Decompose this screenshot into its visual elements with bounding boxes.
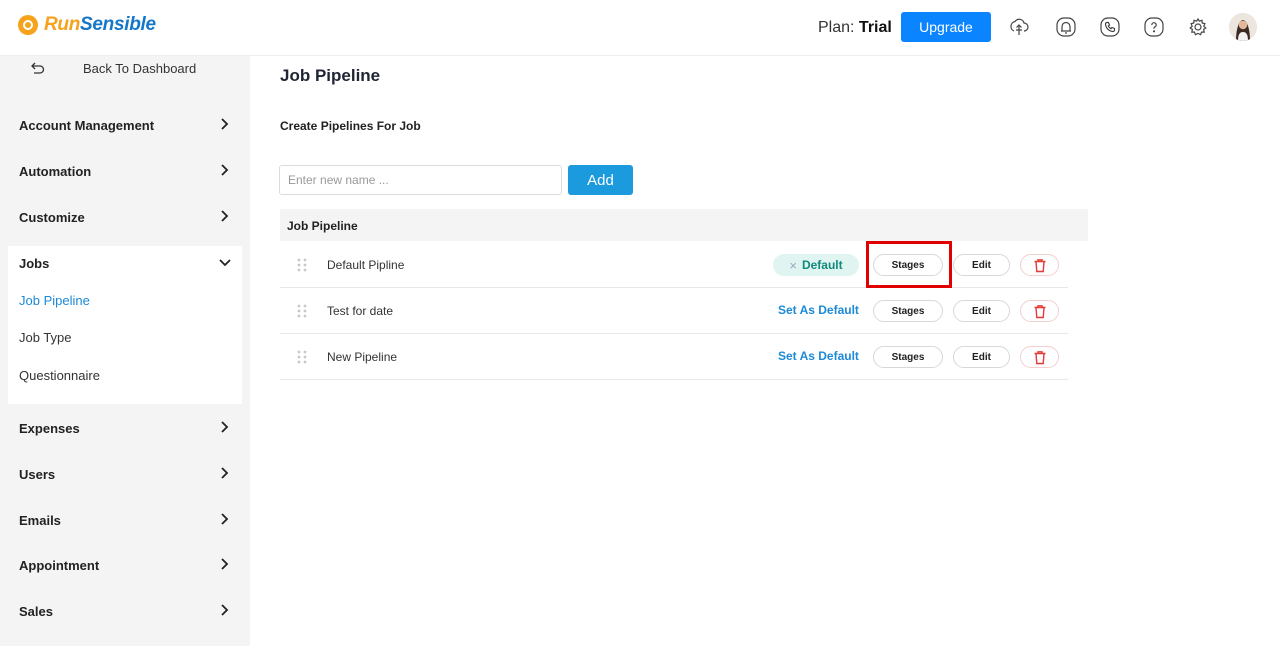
sidebar-subitem-job-pipeline[interactable]: Job Pipeline: [19, 293, 90, 308]
sidebar-item-emails[interactable]: Emails: [0, 501, 250, 541]
stages-button[interactable]: Stages: [873, 346, 943, 368]
edit-button[interactable]: Edit: [953, 254, 1010, 276]
trash-icon: [1034, 350, 1045, 364]
set-as-default-link[interactable]: Set As Default: [778, 303, 859, 317]
default-badge[interactable]: × Default: [773, 254, 859, 276]
chevron-right-icon: [221, 164, 229, 176]
sidebar-item-automation[interactable]: Automation: [0, 152, 250, 192]
drag-handle-icon[interactable]: [297, 304, 307, 318]
plan-indicator: Plan: Trial: [818, 19, 892, 37]
drag-handle-icon[interactable]: [297, 258, 307, 272]
chevron-down-icon: [219, 259, 231, 267]
chevron-right-icon: [221, 558, 229, 570]
sidebar-item-account-management[interactable]: Account Management: [0, 106, 250, 146]
back-to-dashboard-label: Back To Dashboard: [83, 61, 197, 76]
help-icon[interactable]: [1142, 15, 1166, 39]
chevron-right-icon: [221, 118, 229, 130]
set-as-default-link[interactable]: Set As Default: [778, 349, 859, 363]
table-header-label: Job Pipeline: [287, 219, 358, 233]
sidebar-subitem-questionnaire[interactable]: Questionnaire: [19, 368, 100, 383]
pipeline-name: Test for date: [327, 304, 394, 318]
upgrade-button[interactable]: Upgrade: [901, 12, 991, 42]
stages-button[interactable]: Stages: [873, 300, 943, 322]
back-to-dashboard-link[interactable]: Back To Dashboard: [0, 56, 250, 82]
gear-icon[interactable]: [1186, 15, 1210, 39]
logo[interactable]: RunSensible: [18, 14, 156, 36]
plan-label: Plan:: [818, 19, 855, 36]
page-title: Job Pipeline: [280, 66, 381, 85]
plan-value: Trial: [858, 19, 892, 36]
chevron-right-icon: [221, 513, 229, 525]
chevron-right-icon: [221, 467, 229, 479]
chevron-right-icon: [221, 421, 229, 433]
section-title: Create Pipelines For Job: [280, 119, 421, 133]
sidebar-item-users[interactable]: Users: [0, 455, 250, 495]
bell-icon[interactable]: [1054, 15, 1078, 39]
table-row: Test for date Set As Default Stages Edit: [280, 288, 1068, 334]
delete-button[interactable]: [1020, 346, 1059, 368]
logo-icon: [18, 15, 38, 35]
trash-icon: [1034, 304, 1045, 318]
sidebar-item-expenses[interactable]: Expenses: [0, 409, 250, 449]
default-badge-label: Default: [801, 258, 843, 272]
sidebar: Back To Dashboard Account Management Aut…: [0, 56, 250, 646]
undo-arrow-icon: [31, 62, 45, 74]
avatar[interactable]: [1229, 13, 1257, 41]
sidebar-item-sales[interactable]: Sales: [0, 592, 250, 632]
main-content: Job Pipeline Create Pipelines For Job Ad…: [250, 56, 1280, 646]
pipeline-name: Default Pipline: [327, 258, 405, 272]
logo-text-run: Run: [44, 14, 81, 35]
chevron-right-icon: [221, 604, 229, 616]
drag-handle-icon[interactable]: [297, 350, 307, 364]
top-bar: RunSensible Plan: Trial Upgrade: [0, 0, 1280, 56]
stages-button[interactable]: Stages: [873, 254, 943, 276]
table-row: Default Pipline × Default Stages Edit: [280, 242, 1068, 288]
sidebar-item-appointment[interactable]: Appointment: [0, 546, 250, 586]
delete-button[interactable]: [1020, 300, 1059, 322]
trash-icon: [1034, 258, 1045, 272]
pipeline-name: New Pipeline: [327, 350, 398, 364]
sidebar-item-customize[interactable]: Customize: [0, 198, 250, 238]
delete-button[interactable]: [1020, 254, 1059, 276]
close-icon: ×: [789, 257, 797, 273]
upload-cloud-icon[interactable]: [1007, 15, 1031, 39]
add-pipeline-button[interactable]: Add: [568, 165, 633, 195]
chevron-right-icon: [221, 210, 229, 222]
sidebar-subitem-job-type[interactable]: Job Type: [19, 330, 72, 345]
phone-icon[interactable]: [1098, 15, 1122, 39]
table-row: New Pipeline Set As Default Stages Edit: [280, 334, 1068, 380]
new-pipeline-name-input[interactable]: [279, 165, 562, 195]
sidebar-item-jobs[interactable]: Jobs: [0, 244, 250, 284]
table-header: Job Pipeline: [280, 209, 1088, 241]
edit-button[interactable]: Edit: [953, 346, 1010, 368]
logo-text-sensible: Sensible: [80, 14, 156, 35]
edit-button[interactable]: Edit: [953, 300, 1010, 322]
